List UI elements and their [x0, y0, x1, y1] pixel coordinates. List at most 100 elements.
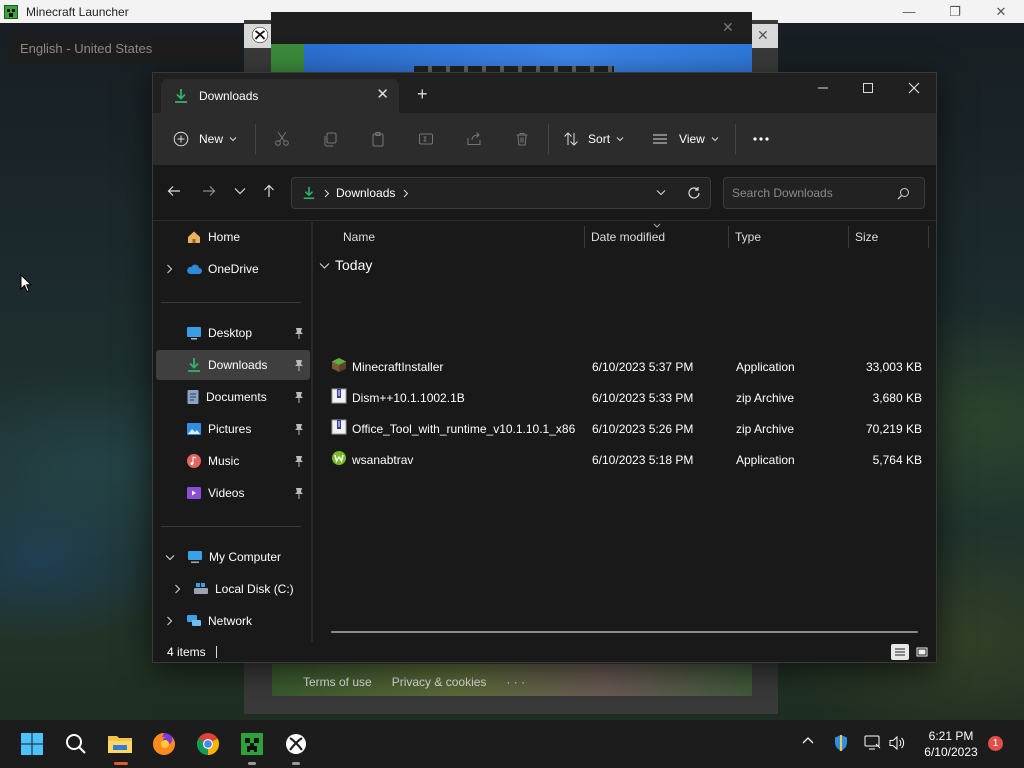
close-button[interactable]: ✕ — [978, 0, 1024, 23]
sidebar-item-local-disk[interactable]: Local Disk (C:) — [156, 574, 310, 604]
view-button[interactable]: View — [652, 122, 719, 156]
sort-button[interactable]: Sort — [563, 122, 624, 156]
language-selector[interactable]: English - United States — [10, 33, 242, 63]
column-header-size[interactable]: Size — [855, 222, 878, 252]
show-hidden-icons-button[interactable] — [802, 736, 814, 744]
expand-chevron-icon[interactable] — [174, 584, 181, 594]
group-header-today[interactable]: Today — [319, 257, 372, 273]
expand-chevron-icon[interactable] — [166, 264, 173, 274]
column-header-type[interactable]: Type — [735, 222, 761, 252]
pin-icon[interactable] — [294, 487, 304, 499]
pin-icon[interactable] — [294, 359, 304, 371]
search-box[interactable] — [723, 177, 925, 209]
start-button[interactable] — [16, 728, 48, 760]
new-button[interactable]: New — [173, 122, 237, 156]
privacy-link[interactable]: Privacy & cookies — [392, 675, 487, 689]
minimize-button[interactable] — [800, 73, 846, 103]
maximize-button[interactable]: ❐ — [932, 0, 978, 23]
cloud-icon — [186, 263, 202, 275]
taskbar-chrome[interactable] — [192, 728, 224, 760]
terms-link[interactable]: Terms of use — [303, 675, 372, 689]
more-options-button[interactable] — [752, 122, 770, 156]
delete-button[interactable] — [514, 122, 530, 156]
new-label: New — [199, 132, 224, 146]
rename-button[interactable] — [418, 122, 434, 156]
address-bar[interactable]: Downloads — [291, 177, 711, 209]
sidebar-item-music[interactable]: Music — [156, 446, 310, 476]
more-link[interactable]: · · · — [506, 675, 525, 689]
breadcrumb-chevron-icon[interactable] — [324, 189, 330, 198]
sidebar-item-downloads[interactable]: Downloads — [156, 350, 310, 380]
back-button[interactable] — [167, 184, 181, 198]
file-row[interactable]: MinecraftInstaller 6/10/2023 5:37 PM App… — [325, 351, 937, 382]
login-close-icon[interactable]: ✕ — [757, 27, 769, 44]
download-icon — [302, 186, 316, 200]
recent-locations-button[interactable] — [234, 187, 246, 195]
taskbar-xbox[interactable] — [280, 728, 312, 765]
column-divider[interactable] — [584, 226, 585, 248]
column-divider[interactable] — [928, 226, 929, 248]
security-shield-icon[interactable] — [833, 734, 849, 752]
pin-icon[interactable] — [294, 327, 304, 339]
taskbar-clock[interactable]: 6:21 PM 6/10/2023 — [915, 728, 987, 760]
maximize-button[interactable] — [845, 73, 891, 103]
volume-icon[interactable] — [888, 735, 906, 751]
breadcrumb-chevron-icon[interactable] — [403, 189, 409, 198]
tiles-view-button[interactable] — [913, 644, 931, 660]
file-row[interactable]: Office_Tool_with_runtime_v10.1.10.1_x86 … — [325, 413, 937, 444]
pin-icon[interactable] — [294, 391, 304, 403]
collapse-chevron-icon[interactable] — [165, 554, 175, 561]
minimize-button[interactable]: — — [886, 0, 932, 23]
taskbar-file-explorer[interactable] — [104, 728, 136, 765]
column-divider[interactable] — [848, 226, 849, 248]
taskbar-minecraft[interactable] — [236, 728, 268, 765]
taskbar — [0, 720, 1024, 768]
sidebar-item-network[interactable]: Network — [156, 606, 310, 636]
copy-button[interactable] — [322, 122, 338, 156]
forward-button[interactable] — [202, 184, 216, 198]
sidebar-item-onedrive[interactable]: OneDrive — [156, 254, 310, 284]
column-header-name[interactable]: Name — [343, 222, 375, 252]
search-button[interactable] — [60, 728, 92, 760]
horizontal-scrollbar[interactable] — [331, 631, 918, 633]
splash-close-icon[interactable]: ✕ — [722, 19, 734, 36]
notification-badge[interactable]: 1 — [988, 736, 1003, 751]
new-tab-button[interactable]: + — [417, 85, 428, 103]
file-row[interactable]: Dism++10.1.1002.1B 6/10/2023 5:33 PM zip… — [325, 382, 937, 413]
tab-downloads[interactable]: Downloads ✕ — [161, 79, 399, 113]
search-icon[interactable] — [897, 187, 910, 200]
banner-side — [271, 44, 304, 74]
sidebar-item-my-computer[interactable]: My Computer — [156, 542, 310, 572]
sidebar-item-label: Music — [208, 454, 240, 468]
refresh-button[interactable] — [687, 186, 701, 200]
share-button[interactable] — [466, 122, 482, 156]
column-divider[interactable] — [728, 226, 729, 248]
address-history-button[interactable] — [656, 189, 666, 196]
network-status-icon[interactable] — [864, 735, 882, 751]
document-icon — [186, 389, 200, 405]
sidebar-item-pictures[interactable]: Pictures — [156, 414, 310, 444]
pin-icon[interactable] — [294, 455, 304, 467]
sidebar-item-documents[interactable]: Documents — [156, 382, 310, 412]
file-row[interactable]: wsanabtrav 6/10/2023 5:18 PM Application… — [325, 444, 937, 475]
taskbar-firefox[interactable] — [148, 728, 180, 760]
sidebar-item-desktop[interactable]: Desktop — [156, 318, 310, 348]
search-input[interactable] — [732, 186, 892, 200]
breadcrumb-downloads[interactable]: Downloads — [336, 186, 395, 200]
expand-chevron-icon[interactable] — [166, 616, 173, 626]
running-indicator — [292, 762, 300, 765]
file-type: zip Archive — [736, 422, 795, 436]
close-button[interactable] — [891, 73, 937, 103]
paste-button[interactable] — [370, 122, 386, 156]
sidebar-item-videos[interactable]: Videos — [156, 478, 310, 508]
sidebar-item-home[interactable]: Home — [156, 222, 310, 252]
details-view-button[interactable] — [891, 644, 909, 660]
column-header-date[interactable]: Date modified — [591, 222, 665, 252]
pin-icon[interactable] — [294, 423, 304, 435]
cut-button[interactable] — [274, 122, 290, 156]
clock-time: 6:21 PM — [928, 729, 974, 743]
tab-close-icon[interactable]: ✕ — [376, 87, 389, 102]
up-button[interactable] — [262, 184, 276, 198]
sidebar-divider — [161, 526, 301, 527]
mouse-cursor-icon — [20, 274, 32, 293]
